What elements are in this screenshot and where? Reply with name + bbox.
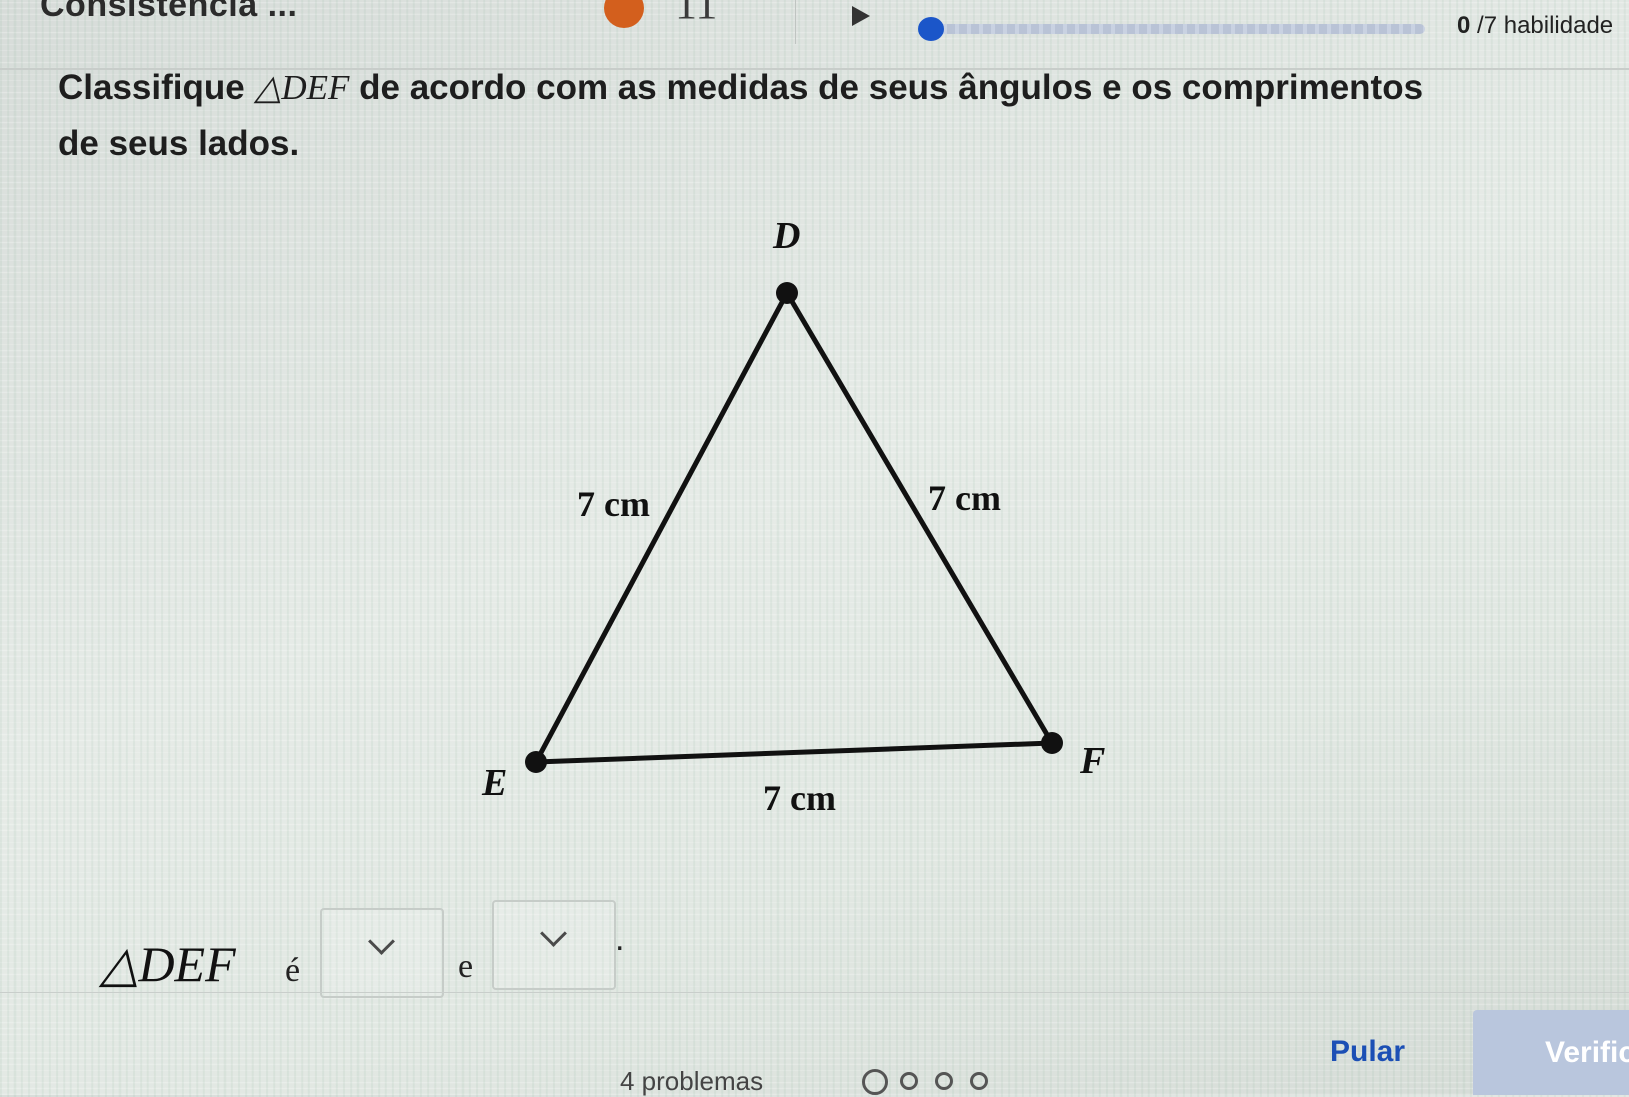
answer-period: . (615, 920, 625, 958)
vertex-d-point[interactable] (776, 282, 798, 304)
triangle-diagram: D E F 7 cm 7 cm 7 cm (481, 215, 1105, 818)
problem-dot-1 (862, 1069, 888, 1095)
problems-count: 4 problemas (620, 1066, 764, 1096)
side-ef (535, 740, 1053, 765)
chevron-down-icon (540, 920, 567, 947)
answer-triangle-name: △DEF (100, 936, 236, 992)
problem-dot-4 (970, 1072, 988, 1090)
side-df-label: 7 cm (928, 478, 1001, 518)
answer-word-is: é (285, 952, 301, 989)
side-df (784, 291, 1055, 745)
problem-dot-2 (900, 1072, 918, 1090)
skip-button[interactable]: Pular (1330, 1035, 1405, 1069)
answer-word-and: e (458, 948, 474, 985)
side-ef-label: 7 cm (763, 778, 836, 818)
chevron-down-icon (368, 928, 395, 955)
angle-classification-dropdown[interactable] (320, 908, 444, 998)
side-classification-dropdown[interactable] (492, 900, 616, 990)
vertex-e-label: E (481, 762, 507, 804)
vertex-f-label: F (1079, 740, 1105, 782)
vertex-d-label: D (772, 215, 800, 257)
problem-dot-3 (935, 1072, 953, 1090)
vertex-e-point[interactable] (525, 751, 547, 773)
side-de-label: 7 cm (577, 484, 650, 524)
side-de (533, 291, 790, 764)
check-button[interactable]: Verificar (1473, 1010, 1629, 1095)
vertex-f-point[interactable] (1041, 732, 1063, 754)
footer-divider (0, 992, 1629, 993)
